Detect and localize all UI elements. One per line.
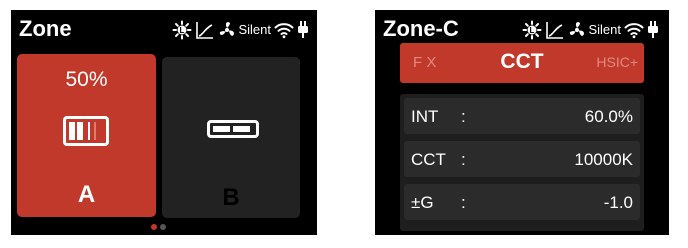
light-sensor-icon: L [522, 20, 542, 40]
param-label: ±G [411, 193, 434, 212]
dimming-curve-icon [196, 22, 214, 39]
zone-b-card[interactable]: B [162, 57, 300, 218]
param-value: -1.0 [603, 193, 633, 212]
status-bar: L Silent [522, 18, 659, 42]
power-plug-icon [298, 21, 308, 38]
param-row-green[interactable]: ±G : -1.0 [404, 184, 640, 220]
param-separator: : [461, 150, 466, 169]
fan-mode-label: Silent [238, 22, 271, 37]
svg-text:L: L [530, 26, 535, 35]
zone-b-level-battery-icon [207, 120, 259, 138]
mode-hsic-tab[interactable]: HSIC+ [596, 54, 638, 70]
status-bar: L Silent [172, 18, 309, 42]
dimming-curve-icon [546, 22, 564, 39]
zone-a-label: A [77, 181, 96, 208]
page-dot-active [151, 224, 157, 230]
screen-title: Zone-C [383, 16, 459, 41]
param-separator: : [461, 193, 466, 212]
param-value: 60.0% [584, 107, 633, 126]
fan-icon [220, 22, 235, 36]
zone-a-percent: 50% [65, 68, 108, 91]
light-sensor-icon: L [172, 20, 192, 40]
zone-screen: Zone L Silent 50% A B [11, 10, 317, 235]
wifi-icon [274, 23, 294, 39]
param-value: 10000K [574, 150, 633, 169]
zone-a-card[interactable]: 50% A [17, 54, 156, 217]
fan-mode-label: Silent [588, 22, 621, 37]
power-plug-icon [648, 21, 658, 38]
param-row-cct[interactable]: CCT : 10000K [404, 141, 640, 177]
zone-b-label: B [222, 184, 240, 211]
svg-text:L: L [180, 26, 185, 35]
param-label: CCT [411, 150, 446, 169]
fan-icon [570, 22, 585, 36]
screen-title: Zone [19, 16, 72, 41]
page-dot-inactive [160, 224, 166, 230]
param-row-int[interactable]: INT : 60.0% [404, 98, 640, 134]
param-label: INT [411, 107, 439, 126]
zone-c-screen: Zone-C L Silent F X CCT HSIC+ INT: 60.0… [375, 10, 669, 235]
page-indicator [151, 224, 166, 230]
parameter-list: INT : 60.0% CCT : 10000K ±G : -1.0 [400, 94, 644, 231]
zone-a-level-battery-icon [63, 116, 109, 146]
wifi-icon [624, 23, 644, 39]
mode-selector[interactable]: F X CCT HSIC+ [400, 43, 644, 83]
param-separator: : [461, 107, 466, 126]
